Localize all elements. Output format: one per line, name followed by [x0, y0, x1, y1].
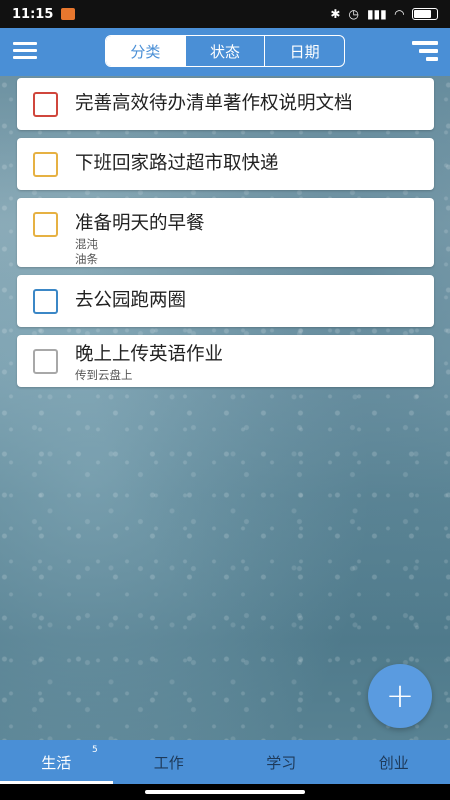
tab-startup[interactable]: 创业: [338, 740, 450, 784]
system-nav-bar: [0, 784, 450, 800]
notification-icon: [61, 8, 76, 20]
bottom-tab-bar: 生活 5 工作 学习 创业: [0, 740, 450, 784]
task-checkbox[interactable]: [33, 92, 58, 117]
task-item[interactable]: 完善高效待办清单著作权说明文档: [17, 78, 434, 130]
add-task-button[interactable]: +: [368, 664, 432, 728]
status-time: 11:15: [12, 6, 54, 22]
tab-study[interactable]: 学习: [225, 740, 338, 784]
task-checkbox[interactable]: [33, 289, 58, 314]
status-bar: 11:15 ✱ ◷ ▮▮▮ ◠: [0, 0, 450, 28]
task-text: 完善高效待办清单著作权说明文档: [75, 78, 353, 117]
task-title: 下班回家路过超市取快递: [75, 153, 279, 174]
task-text: 去公园跑两圈: [75, 275, 186, 314]
wifi-icon: ◠: [394, 7, 404, 21]
task-title: 完善高效待办清单著作权说明文档: [75, 93, 353, 114]
task-note: 混沌: [75, 237, 98, 251]
signal-icon: ▮▮▮: [366, 7, 387, 21]
tab-label: 工作: [153, 753, 184, 772]
sort-icon[interactable]: [412, 41, 438, 63]
task-text: 晚上上传英语作业 传到云盘上: [75, 335, 223, 383]
task-title: 晚上上传英语作业: [75, 344, 224, 365]
bluetooth-icon: ✱: [330, 7, 341, 21]
task-note: 油条: [75, 252, 98, 266]
task-title: 去公园跑两圈: [75, 290, 187, 311]
task-item[interactable]: 下班回家路过超市取快递: [17, 138, 434, 190]
task-list: 完善高效待办清单著作权说明文档 下班回家路过超市取快递 准备明天的早餐 混沌 油…: [17, 78, 434, 395]
task-text: 准备明天的早餐 混沌 油条: [75, 198, 205, 267]
view-segmented-control: 分类 状态 日期: [105, 35, 345, 67]
task-item[interactable]: 晚上上传英语作业 传到云盘上: [17, 335, 434, 387]
status-icons: ✱ ◷ ▮▮▮ ◠: [330, 7, 438, 21]
tab-label: 创业: [378, 753, 409, 772]
task-checkbox[interactable]: [33, 212, 58, 237]
top-bar: 分类 状态 日期: [0, 28, 450, 76]
task-text: 下班回家路过超市取快递: [75, 138, 279, 177]
alarm-icon: ◷: [348, 7, 359, 21]
task-note: 传到云盘上: [75, 368, 133, 382]
task-checkbox[interactable]: [33, 349, 58, 374]
plus-icon: +: [385, 676, 415, 716]
task-item[interactable]: 去公园跑两圈: [17, 275, 434, 327]
home-indicator[interactable]: [145, 790, 305, 794]
tab-life[interactable]: 生活 5: [0, 740, 113, 784]
battery-icon: [412, 8, 438, 20]
hamburger-menu-icon[interactable]: [13, 42, 37, 62]
task-item[interactable]: 准备明天的早餐 混沌 油条: [17, 198, 434, 267]
count-badge: 5: [92, 745, 98, 755]
task-checkbox[interactable]: [33, 152, 58, 177]
task-title: 准备明天的早餐: [75, 213, 205, 234]
segment-status[interactable]: 状态: [184, 36, 265, 66]
segment-category[interactable]: 分类: [106, 36, 185, 66]
tab-work[interactable]: 工作: [113, 740, 226, 784]
segment-date[interactable]: 日期: [264, 36, 344, 66]
tab-label: 生活: [41, 753, 72, 772]
tab-label: 学习: [266, 753, 297, 772]
